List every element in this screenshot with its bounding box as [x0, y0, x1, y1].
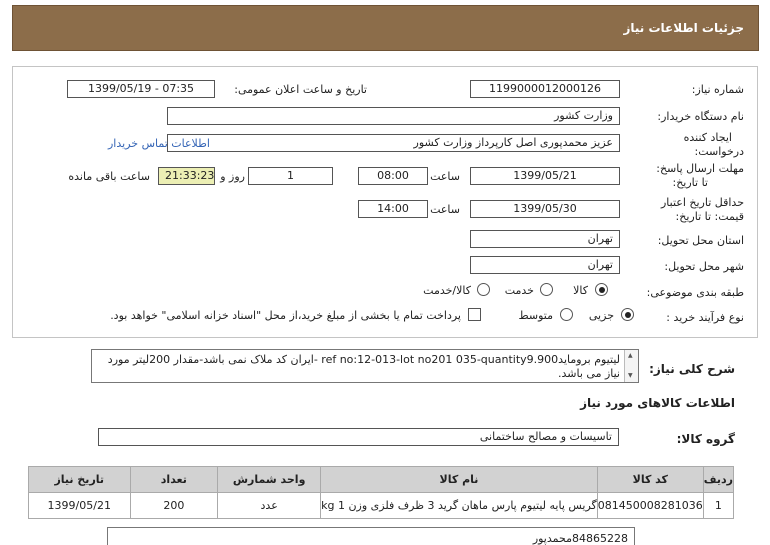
days-field[interactable]: 1 [248, 167, 333, 185]
province-field[interactable]: تهران [470, 230, 620, 248]
page-title: جزئیات اطلاعات نیاز [623, 21, 744, 35]
buyer-notes-text: 84865228محمدپور [532, 532, 628, 545]
remaining-timer: 21:33:23 [158, 167, 215, 185]
validity-date-field[interactable]: 1399/05/30 [470, 200, 620, 218]
col-row-number: ردیف [702, 466, 735, 493]
requester-field[interactable]: عزیز محمدپوری اصل کارپرداز وزارت کشور [167, 134, 620, 152]
scroll-down-icon[interactable]: ▼ [628, 372, 633, 379]
category-service-label: خدمت [504, 284, 534, 297]
process-minor-radio[interactable] [621, 308, 634, 321]
goods-group-field[interactable]: تاسیسات و مصالح ساختمانی [98, 428, 619, 446]
category-goods-service-label: کالا/خدمت [423, 284, 471, 297]
description-scrollbar[interactable]: ▲ ▼ [624, 350, 638, 382]
goods-group-label: گروه کالا: [676, 432, 735, 446]
requester-label-2: درخواست: [694, 145, 744, 158]
treasury-payment-note: پرداخت تمام یا بخشی از مبلغ خرید،از محل … [110, 309, 461, 322]
need-number-field[interactable]: 1199000012000126 [470, 80, 620, 98]
category-goods-service-radio[interactable] [477, 283, 490, 296]
cell-unit: عدد [217, 492, 322, 519]
buyer-contact-link[interactable]: اطلاعات تماس خریدار [108, 137, 210, 150]
category-goods-label: کالا [573, 284, 588, 297]
category-service-radio[interactable] [540, 283, 553, 296]
announce-field[interactable]: 1399/05/19 - 07:35 [67, 80, 215, 98]
page-header: جزئیات اطلاعات نیاز [12, 5, 759, 51]
process-medium-radio[interactable] [560, 308, 573, 321]
remaining-label: ساعت باقی مانده [68, 170, 150, 183]
description-label: شرح کلی نیاز: [649, 362, 735, 376]
cell-row-number: 1 [702, 492, 735, 519]
table-row[interactable]: 1 081450008281036 گریس پایه لیتیوم پارس … [28, 492, 735, 519]
col-quantity: تعداد [129, 466, 219, 493]
requester-label-1: ایجاد کننده [683, 131, 732, 144]
process-medium-label: متوسط [518, 309, 553, 322]
cell-item-name: گریس پایه لیتیوم پارس ماهان گرید 3 ظرف ف… [320, 492, 598, 519]
goods-table-header: ردیف کد کالا نام کالا واحد شمارش تعداد ت… [28, 466, 735, 493]
scroll-up-icon[interactable]: ▲ [628, 352, 633, 359]
cell-quantity: 200 [129, 492, 219, 519]
deadline-label-1: مهلت ارسال پاسخ: [656, 162, 744, 175]
description-box[interactable]: لیتیوم برومایدref no:12-013-lot no201 03… [91, 349, 639, 383]
goods-table: ردیف کد کالا نام کالا واحد شمارش تعداد ت… [28, 466, 735, 519]
col-need-date: تاریخ نیاز [28, 466, 131, 493]
process-minor-label: جزیی [588, 309, 614, 322]
deadline-label-2: تا تاریخ: [672, 176, 708, 189]
cell-need-date: 1399/05/21 [28, 492, 131, 519]
goods-section-title: اطلاعات کالاهای مورد نیاز [580, 396, 735, 410]
validity-time-label: ساعت [430, 203, 460, 216]
cell-item-code: 081450008281036 [596, 492, 704, 519]
deadline-date-field[interactable]: 1399/05/21 [470, 167, 620, 185]
city-label: شهر محل تحویل: [664, 260, 744, 273]
buyer-notes-box[interactable]: 84865228محمدپور [107, 527, 635, 545]
deadline-time-label: ساعت [430, 170, 460, 183]
province-label: استان محل تحویل: [657, 234, 744, 247]
city-field[interactable]: تهران [470, 256, 620, 274]
category-label: طبقه بندی موضوعی: [646, 286, 744, 299]
col-unit: واحد شمارش [217, 466, 322, 493]
treasury-payment-checkbox[interactable] [468, 308, 481, 321]
col-item-code: کد کالا [596, 466, 704, 493]
validity-time-field[interactable]: 14:00 [358, 200, 428, 218]
need-number-label: شماره نیاز: [691, 83, 744, 96]
validity-label-1: حداقل تاریخ اعتبار [660, 196, 744, 209]
category-goods-radio[interactable] [595, 283, 608, 296]
process-label: نوع فرآیند خرید : [666, 311, 744, 324]
days-label: روز و [220, 170, 245, 183]
description-text: لیتیوم برومایدref no:12-013-lot no201 03… [107, 353, 620, 380]
deadline-time-field[interactable]: 08:00 [358, 167, 428, 185]
buyer-org-label: نام دستگاه خریدار: [657, 110, 744, 123]
announce-label: تاریخ و ساعت اعلان عمومی: [234, 83, 367, 96]
col-item-name: نام کالا [320, 466, 598, 493]
buyer-org-field[interactable]: وزارت کشور [167, 107, 620, 125]
validity-label-2: قیمت: تا تاریخ: [675, 210, 744, 223]
